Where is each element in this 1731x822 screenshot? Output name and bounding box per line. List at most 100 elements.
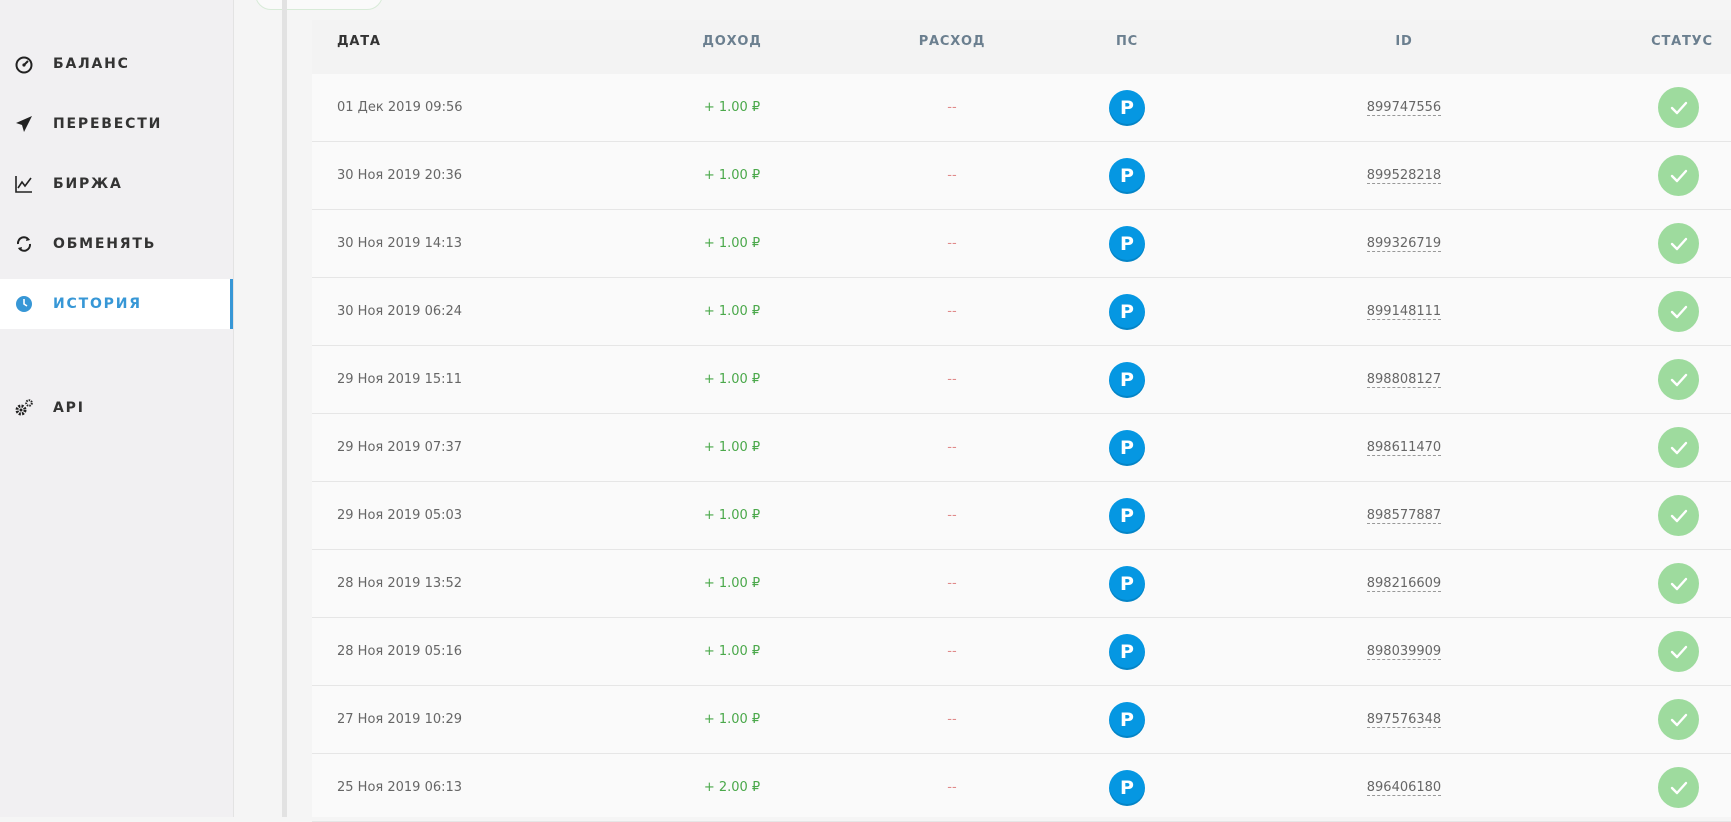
transaction-id-link[interactable]: 899528218 bbox=[1366, 168, 1442, 184]
row-id: 899747556 bbox=[1334, 74, 1474, 142]
payment-system-badge[interactable]: P bbox=[1109, 430, 1145, 466]
row-date: 29 Ноя 2019 07:37 bbox=[337, 440, 463, 455]
row-income: + 1.00 ₽ bbox=[703, 372, 761, 387]
row-date: 30 Ноя 2019 20:36 bbox=[337, 168, 463, 183]
payment-system-badge[interactable]: P bbox=[1109, 702, 1145, 738]
row-income: + 2.00 ₽ bbox=[703, 780, 761, 795]
table-row: 29 Ноя 2019 05:03 + 1.00 ₽ -- P 898577887 bbox=[312, 482, 1731, 550]
table-row: 28 Ноя 2019 13:52 + 1.00 ₽ -- P 898216609 bbox=[312, 550, 1731, 618]
sidebar-item-transfer[interactable]: ПЕРЕВЕСТИ bbox=[0, 99, 233, 149]
row-status bbox=[1658, 346, 1699, 414]
row-status bbox=[1658, 618, 1699, 686]
payment-system-badge[interactable]: P bbox=[1109, 294, 1145, 330]
row-income: + 1.00 ₽ bbox=[703, 236, 761, 251]
header-income[interactable]: ДОХОД bbox=[692, 20, 772, 64]
row-income: + 1.00 ₽ bbox=[703, 712, 761, 727]
payment-system-badge[interactable]: P bbox=[1109, 634, 1145, 670]
row-id: 897576348 bbox=[1334, 686, 1474, 754]
row-status bbox=[1658, 482, 1699, 550]
row-id: 899528218 bbox=[1334, 142, 1474, 210]
table-row: 01 Дек 2019 09:56 + 1.00 ₽ -- P 899747556 bbox=[312, 74, 1731, 142]
row-income: + 1.00 ₽ bbox=[703, 168, 761, 183]
row-status bbox=[1658, 74, 1699, 142]
transaction-id-link[interactable]: 898216609 bbox=[1366, 576, 1442, 592]
content-border bbox=[282, 0, 287, 817]
sidebar-item-exchange-market[interactable]: БИРЖА bbox=[0, 159, 233, 209]
table-row: 25 Ноя 2019 06:13 + 2.00 ₽ -- P 896406180 bbox=[312, 754, 1731, 822]
transaction-id-link[interactable]: 896406180 bbox=[1366, 780, 1442, 796]
row-income: + 1.00 ₽ bbox=[703, 508, 761, 523]
row-status bbox=[1658, 210, 1699, 278]
status-success-icon bbox=[1658, 767, 1699, 808]
row-expense: -- bbox=[947, 508, 957, 523]
row-expense: -- bbox=[947, 440, 957, 455]
row-status bbox=[1658, 550, 1699, 618]
row-expense: -- bbox=[947, 644, 957, 659]
row-ps: P bbox=[1109, 482, 1145, 550]
paper-plane-icon bbox=[13, 113, 35, 135]
sidebar-item-history[interactable]: ИСТОРИЯ bbox=[0, 279, 233, 329]
sidebar-item-api[interactable]: API bbox=[0, 383, 233, 433]
row-date: 28 Ноя 2019 13:52 bbox=[337, 576, 463, 591]
transaction-id-link[interactable]: 898577887 bbox=[1366, 508, 1442, 524]
sidebar-item-label: БИРЖА bbox=[53, 176, 123, 192]
row-expense: -- bbox=[947, 780, 957, 795]
row-date: 27 Ноя 2019 10:29 bbox=[337, 712, 463, 727]
table-header: ДАТА ДОХОД РАСХОД ПС ID СТАТУС bbox=[312, 20, 1731, 74]
row-ps: P bbox=[1109, 414, 1145, 482]
transaction-id-link[interactable]: 897576348 bbox=[1366, 712, 1442, 728]
status-success-icon bbox=[1658, 291, 1699, 332]
row-date: 29 Ноя 2019 05:03 bbox=[337, 508, 463, 523]
sidebar-item-balance[interactable]: БАЛАНС bbox=[0, 39, 233, 89]
header-ps[interactable]: ПС bbox=[1109, 20, 1145, 64]
row-ps: P bbox=[1109, 346, 1145, 414]
payment-system-badge[interactable]: P bbox=[1109, 498, 1145, 534]
status-success-icon bbox=[1658, 223, 1699, 264]
status-success-icon bbox=[1658, 563, 1699, 604]
status-success-icon bbox=[1658, 359, 1699, 400]
payment-system-badge[interactable]: P bbox=[1109, 362, 1145, 398]
table-row: 30 Ноя 2019 06:24 + 1.00 ₽ -- P 899148111 bbox=[312, 278, 1731, 346]
payment-system-badge[interactable]: P bbox=[1109, 90, 1145, 126]
row-ps: P bbox=[1109, 754, 1145, 822]
row-income: + 1.00 ₽ bbox=[703, 304, 761, 319]
row-date: 28 Ноя 2019 05:16 bbox=[337, 644, 463, 659]
header-id[interactable]: ID bbox=[1334, 20, 1474, 64]
row-date: 30 Ноя 2019 14:13 bbox=[337, 236, 463, 251]
header-status[interactable]: СТАТУС bbox=[1642, 20, 1722, 64]
transaction-id-link[interactable]: 899747556 bbox=[1366, 100, 1442, 116]
transaction-id-link[interactable]: 899326719 bbox=[1366, 236, 1442, 252]
transaction-id-link[interactable]: 898808127 bbox=[1366, 372, 1442, 388]
exchange-arrows-icon bbox=[13, 233, 35, 255]
row-date: 25 Ноя 2019 06:13 bbox=[337, 780, 463, 795]
logo[interactable] bbox=[44, 0, 174, 4]
header-expense[interactable]: РАСХОД bbox=[910, 20, 994, 64]
sidebar-item-label: API bbox=[53, 400, 85, 416]
status-success-icon bbox=[1658, 87, 1699, 128]
payment-system-badge[interactable]: P bbox=[1109, 566, 1145, 602]
payment-system-badge[interactable]: P bbox=[1109, 158, 1145, 194]
payment-system-badge[interactable]: P bbox=[1109, 770, 1145, 806]
transaction-id-link[interactable]: 898039909 bbox=[1366, 644, 1442, 660]
row-id: 898039909 bbox=[1334, 618, 1474, 686]
row-id: 898577887 bbox=[1334, 482, 1474, 550]
row-date: 30 Ноя 2019 06:24 bbox=[337, 304, 463, 319]
row-income: + 1.00 ₽ bbox=[703, 100, 761, 115]
sidebar-item-swap[interactable]: ОБМЕНЯТЬ bbox=[0, 219, 233, 269]
line-chart-icon bbox=[13, 173, 35, 195]
row-id: 896406180 bbox=[1334, 754, 1474, 822]
transaction-id-link[interactable]: 898611470 bbox=[1366, 440, 1442, 456]
sidebar: БАЛАНС ПЕРЕВЕСТИ БИРЖА ОБМЕНЯТЬ ИСТОРИЯ … bbox=[0, 0, 234, 817]
payment-system-badge[interactable]: P bbox=[1109, 226, 1145, 262]
row-ps: P bbox=[1109, 142, 1145, 210]
clock-icon bbox=[13, 293, 35, 315]
row-expense: -- bbox=[947, 168, 957, 183]
filter-pill[interactable] bbox=[255, 0, 383, 10]
row-income: + 1.00 ₽ bbox=[703, 576, 761, 591]
row-id: 898216609 bbox=[1334, 550, 1474, 618]
transaction-id-link[interactable]: 899148111 bbox=[1366, 304, 1442, 320]
row-ps: P bbox=[1109, 278, 1145, 346]
row-status bbox=[1658, 278, 1699, 346]
header-date[interactable]: ДАТА bbox=[337, 20, 381, 64]
row-id: 899148111 bbox=[1334, 278, 1474, 346]
